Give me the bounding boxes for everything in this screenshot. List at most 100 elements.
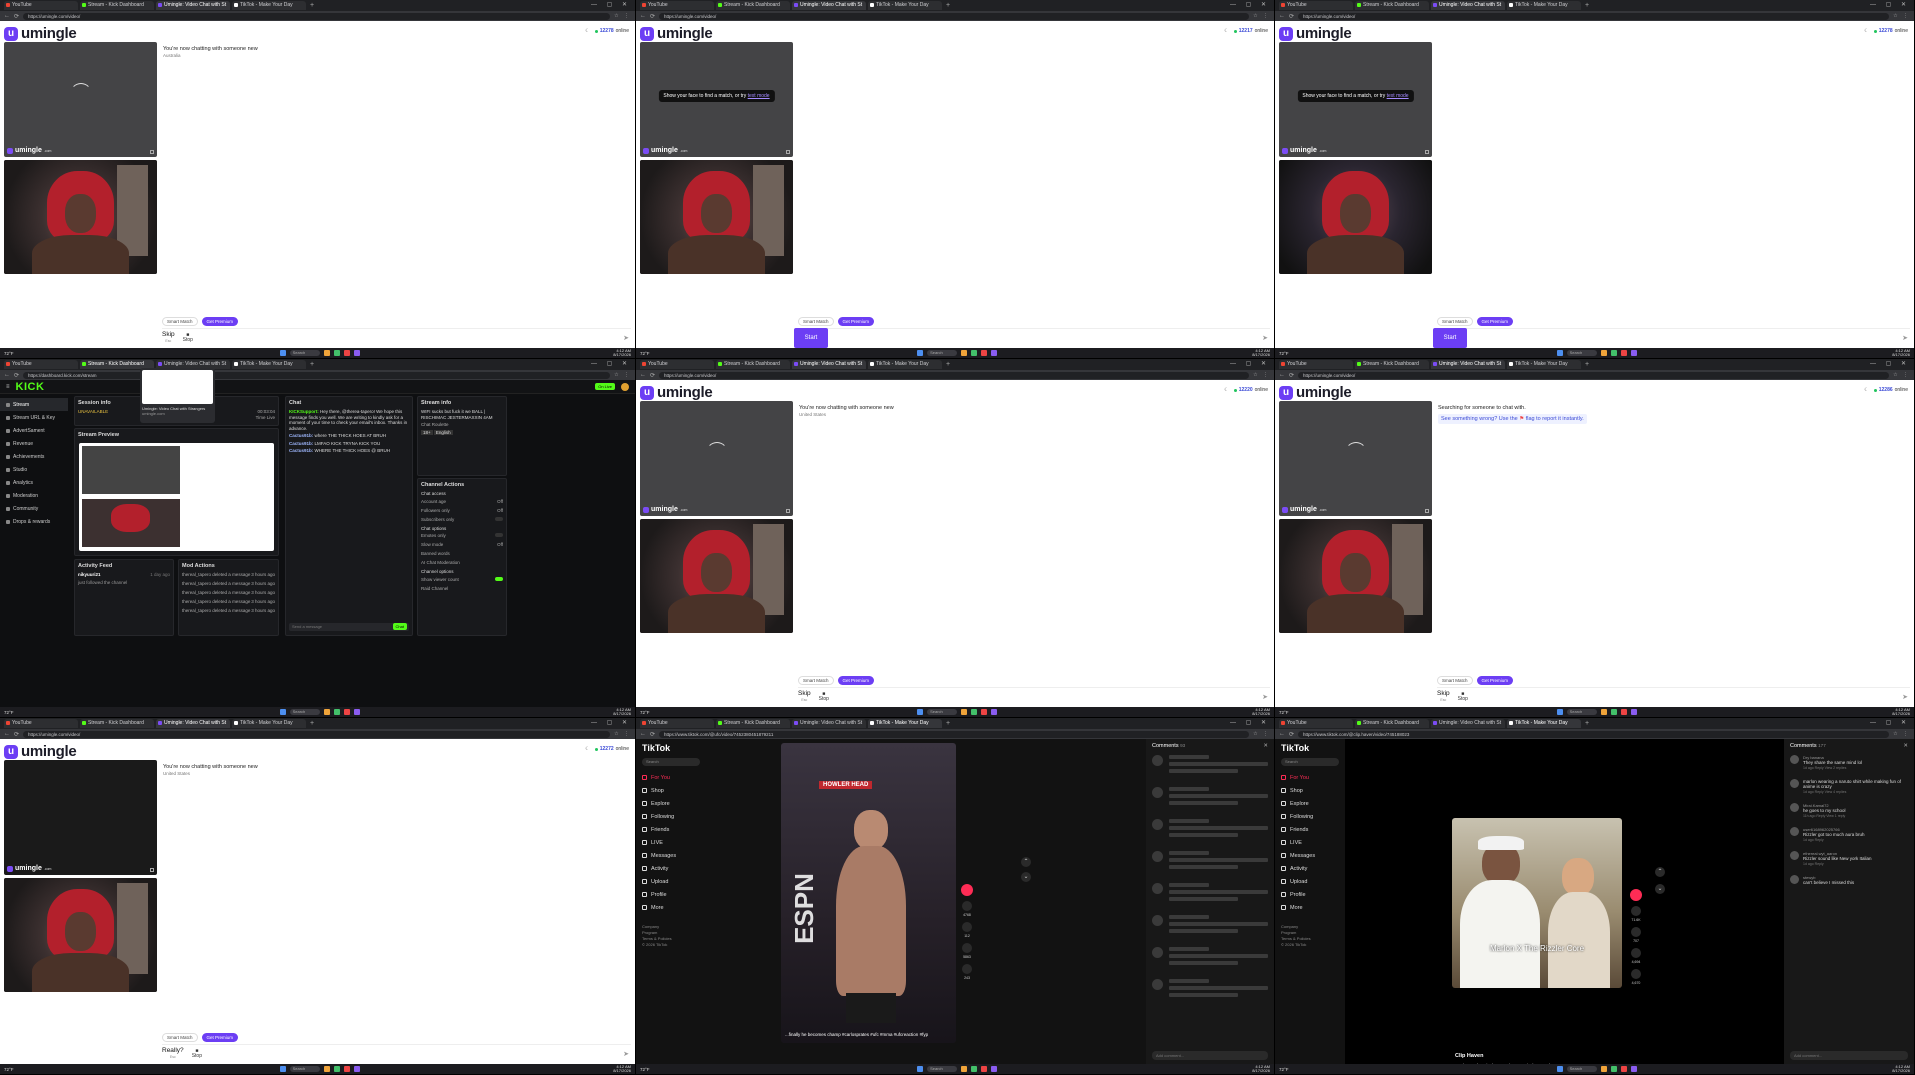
subscribers-toggle[interactable] — [495, 516, 503, 521]
chrome-icon[interactable] — [981, 1066, 988, 1072]
discord-icon[interactable] — [1630, 350, 1637, 356]
app-icon[interactable] — [333, 350, 340, 356]
tiktok-search[interactable]: Search — [642, 758, 700, 766]
tab-youtube[interactable]: YouTube — [1279, 1, 1353, 10]
app-icon[interactable] — [333, 709, 340, 715]
new-tab-button[interactable]: + — [310, 720, 314, 727]
back-icon[interactable]: ← — [640, 13, 646, 19]
url-field[interactable]: https://umingle.com/video/ — [1298, 12, 1890, 20]
text-mode-link[interactable]: text mode — [1387, 93, 1409, 99]
chrome-icon[interactable] — [981, 709, 988, 715]
moon-icon[interactable]: ☾ — [1864, 28, 1868, 34]
tab-youtube[interactable]: YouTube — [640, 719, 714, 728]
tiktok-video[interactable]: HOWLER HEAD ESPN ...finally he becomes c… — [781, 743, 956, 1043]
report-flag-icon[interactable] — [1425, 509, 1429, 513]
clock[interactable]: 4:12 AM 8/17/2026 — [1252, 1064, 1270, 1074]
report-flag-icon[interactable] — [786, 509, 790, 513]
new-tab-button[interactable]: + — [946, 720, 950, 727]
nav-for-you[interactable]: For You — [1281, 771, 1339, 784]
url-field[interactable]: https://umingle.com/video/ — [659, 12, 1250, 20]
tab-youtube[interactable]: YouTube — [1279, 360, 1353, 369]
bookmark-icon[interactable] — [962, 943, 972, 953]
tab-youtube[interactable]: YouTube — [640, 360, 714, 369]
new-tab-button[interactable]: + — [946, 2, 950, 9]
really-button[interactable]: Really? Esc — [162, 1047, 184, 1060]
smart-match-dropdown[interactable]: Smart Match — [798, 676, 834, 685]
discord-icon[interactable] — [353, 1066, 360, 1072]
tiktok-search[interactable]: Search — [1281, 758, 1339, 766]
umingle-logo[interactable]: u umingle — [640, 25, 713, 42]
clock[interactable]: 4:12 AM 8/17/2026 — [613, 348, 631, 358]
nav-profile[interactable]: Profile — [1281, 888, 1339, 901]
tab-kick[interactable]: Stream - Kick Dashboard — [1355, 1, 1429, 10]
nav-messages[interactable]: Messages — [1281, 849, 1339, 862]
clock[interactable]: 4:12 AM 8/17/2026 — [1892, 707, 1910, 717]
moon-icon[interactable]: ☾ — [1864, 387, 1868, 393]
start-icon[interactable] — [917, 350, 924, 356]
send-icon[interactable]: ➤ — [1262, 334, 1268, 342]
discord-icon[interactable] — [1630, 1066, 1637, 1072]
next-video-icon[interactable]: ⌄ — [1655, 884, 1665, 894]
window-controls[interactable]: — ▢ ✕ — [1870, 719, 1910, 726]
nav-activity[interactable]: Activity — [642, 862, 700, 875]
tab-tiktok[interactable]: TikTok - Make Your Day — [1507, 1, 1581, 10]
taskbar-search[interactable]: Search — [927, 1066, 958, 1072]
kick-logo[interactable]: KICK — [16, 381, 45, 393]
files-icon[interactable] — [1600, 1066, 1607, 1072]
extensions-icon[interactable]: ☆ ⋮ — [1893, 372, 1910, 378]
tab-youtube[interactable]: YouTube — [4, 360, 78, 369]
clock[interactable]: 4:12 AM 8/17/2026 — [1892, 1064, 1910, 1074]
chat-send-button[interactable]: Chat — [392, 623, 407, 630]
tab-tiktok[interactable]: TikTok - Make Your Day — [232, 1, 306, 10]
new-tab-button[interactable]: + — [310, 2, 314, 9]
start-icon[interactable] — [279, 1066, 286, 1072]
window-controls[interactable]: — ▢ ✕ — [591, 719, 631, 726]
sidebar-item-moderation[interactable]: Moderation — [0, 489, 68, 502]
stop-button[interactable]: ■ Stop — [1458, 691, 1468, 702]
add-comment-input[interactable]: Add comment... — [1790, 1051, 1908, 1060]
start-icon[interactable] — [1556, 709, 1563, 715]
start-icon[interactable] — [279, 350, 286, 356]
chrome-icon[interactable] — [343, 1066, 350, 1072]
taskbar-search[interactable]: Search — [1566, 350, 1597, 356]
send-icon[interactable]: ➤ — [623, 334, 629, 342]
discord-icon[interactable] — [353, 350, 360, 356]
nav-friends[interactable]: Friends — [642, 823, 700, 836]
nav-messages[interactable]: Messages — [642, 849, 700, 862]
tiktok-logo[interactable]: TikTok — [1281, 743, 1339, 753]
creator-avatar[interactable] — [1630, 889, 1642, 901]
new-tab-button[interactable]: + — [1585, 361, 1589, 368]
close-icon[interactable]: ✕ — [1263, 743, 1268, 749]
weather-widget[interactable]: 72°F — [4, 710, 26, 715]
tab-kick[interactable]: Stream - Kick Dashboard — [716, 719, 790, 728]
tab-kick[interactable]: Stream - Kick Dashboard — [80, 719, 154, 728]
back-icon[interactable]: ← — [4, 372, 10, 378]
discord-icon[interactable] — [991, 1066, 998, 1072]
moon-icon[interactable]: ☾ — [585, 746, 589, 752]
get-premium-button[interactable]: Get Premium — [201, 1033, 239, 1042]
taskbar-search[interactable]: Search — [1566, 709, 1597, 715]
files-icon[interactable] — [323, 709, 330, 715]
url-field[interactable]: https://dashboard.kick.com/stream — [23, 371, 611, 379]
avatar[interactable] — [621, 382, 629, 391]
emotes-toggle[interactable] — [495, 533, 503, 537]
app-icon[interactable] — [971, 1066, 978, 1072]
start-icon[interactable] — [917, 709, 924, 715]
send-icon[interactable]: ➤ — [1902, 693, 1908, 701]
nav-following[interactable]: Following — [642, 810, 700, 823]
tab-kick[interactable]: Stream - Kick Dashboard — [716, 1, 790, 10]
nav-live[interactable]: LIVE — [1281, 836, 1339, 849]
files-icon[interactable] — [961, 1066, 968, 1072]
weather-widget[interactable]: 72°F — [640, 351, 662, 356]
new-tab-button[interactable]: + — [1585, 720, 1589, 727]
umingle-logo[interactable]: u umingle — [1279, 384, 1352, 401]
reload-icon[interactable]: ⟳ — [14, 13, 19, 20]
prev-video-icon[interactable]: ⌃ — [1655, 867, 1665, 877]
back-icon[interactable]: ← — [640, 731, 646, 737]
app-icon[interactable] — [1610, 1066, 1617, 1072]
start-icon[interactable] — [917, 1066, 924, 1072]
nav-upload[interactable]: Upload — [1281, 875, 1339, 888]
url-field[interactable]: https://umingle.com/video/ — [659, 371, 1250, 379]
get-premium-button[interactable]: Get Premium — [837, 317, 875, 326]
nav-following[interactable]: Following — [1281, 810, 1339, 823]
